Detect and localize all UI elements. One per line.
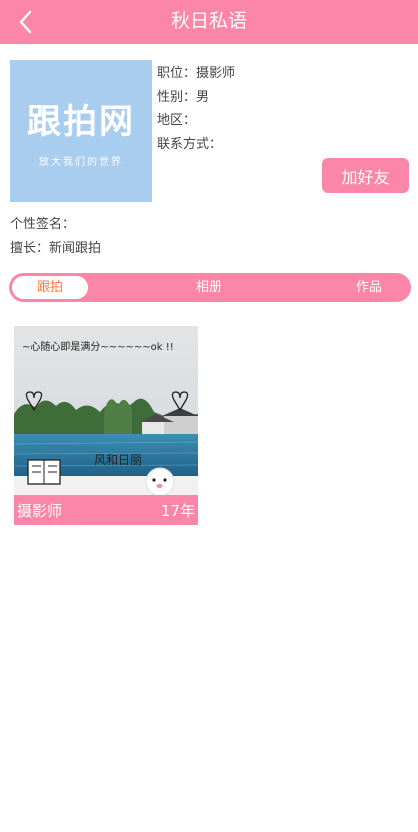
contact-label: 联系方式：: [157, 136, 223, 152]
position-label: 职位：: [157, 66, 197, 81]
specialty-label: 擅长：: [10, 241, 50, 256]
album-caption: 摄影师 17年: [14, 495, 198, 525]
gender-label: 性别：: [157, 89, 197, 105]
gender-value: 男: [196, 89, 210, 105]
profile-logo: 跟拍网 放大我们的世界: [10, 60, 152, 202]
back-button[interactable]: [8, 4, 44, 40]
album-photo-bottom-text: 风和日丽: [94, 453, 142, 467]
album-cover-image: ~心随心即是满分~~~~~~ok !! 风和日丽: [14, 326, 198, 495]
top-bar: 秋日私语: [0, 0, 418, 44]
tab-follow-shoot[interactable]: 跟拍: [12, 276, 88, 299]
specialty-value: 新闻跟拍: [49, 241, 102, 256]
tab-works[interactable]: 作品: [331, 273, 407, 302]
signature-row: 个性签名：: [10, 214, 101, 238]
tab-album[interactable]: 相册: [171, 273, 247, 302]
add-friend-button[interactable]: 加好友: [322, 158, 409, 193]
signature-label: 个性签名：: [10, 217, 76, 232]
tab-bar: 跟拍 相册 作品: [9, 273, 411, 302]
album-year: 17年: [160, 501, 195, 520]
profile-info: 职位： 摄影师 性别： 男 地区： 联系方式：: [157, 64, 235, 158]
contact-row: 联系方式：: [157, 135, 235, 159]
region-row: 地区：: [157, 111, 235, 135]
album-card[interactable]: ~心随心即是满分~~~~~~ok !! 风和日丽 摄影师 17年: [14, 326, 198, 525]
position-value: 摄影师: [196, 66, 236, 81]
specialty-row: 擅长： 新闻跟拍: [10, 238, 101, 262]
logo-text: 跟拍网: [27, 102, 135, 142]
chevron-left-icon: [19, 10, 32, 34]
profile-bio: 个性签名： 擅长： 新闻跟拍: [10, 214, 101, 262]
gender-row: 性别： 男: [157, 88, 235, 112]
album-title: 摄影师: [17, 501, 63, 520]
position-row: 职位： 摄影师: [157, 64, 235, 88]
logo-slogan: 放大我们的世界: [39, 157, 123, 168]
page-title: 秋日私语: [170, 10, 247, 32]
region-label: 地区：: [157, 113, 197, 128]
album-photo-top-text: ~心随心即是满分~~~~~~ok !!: [22, 340, 174, 353]
